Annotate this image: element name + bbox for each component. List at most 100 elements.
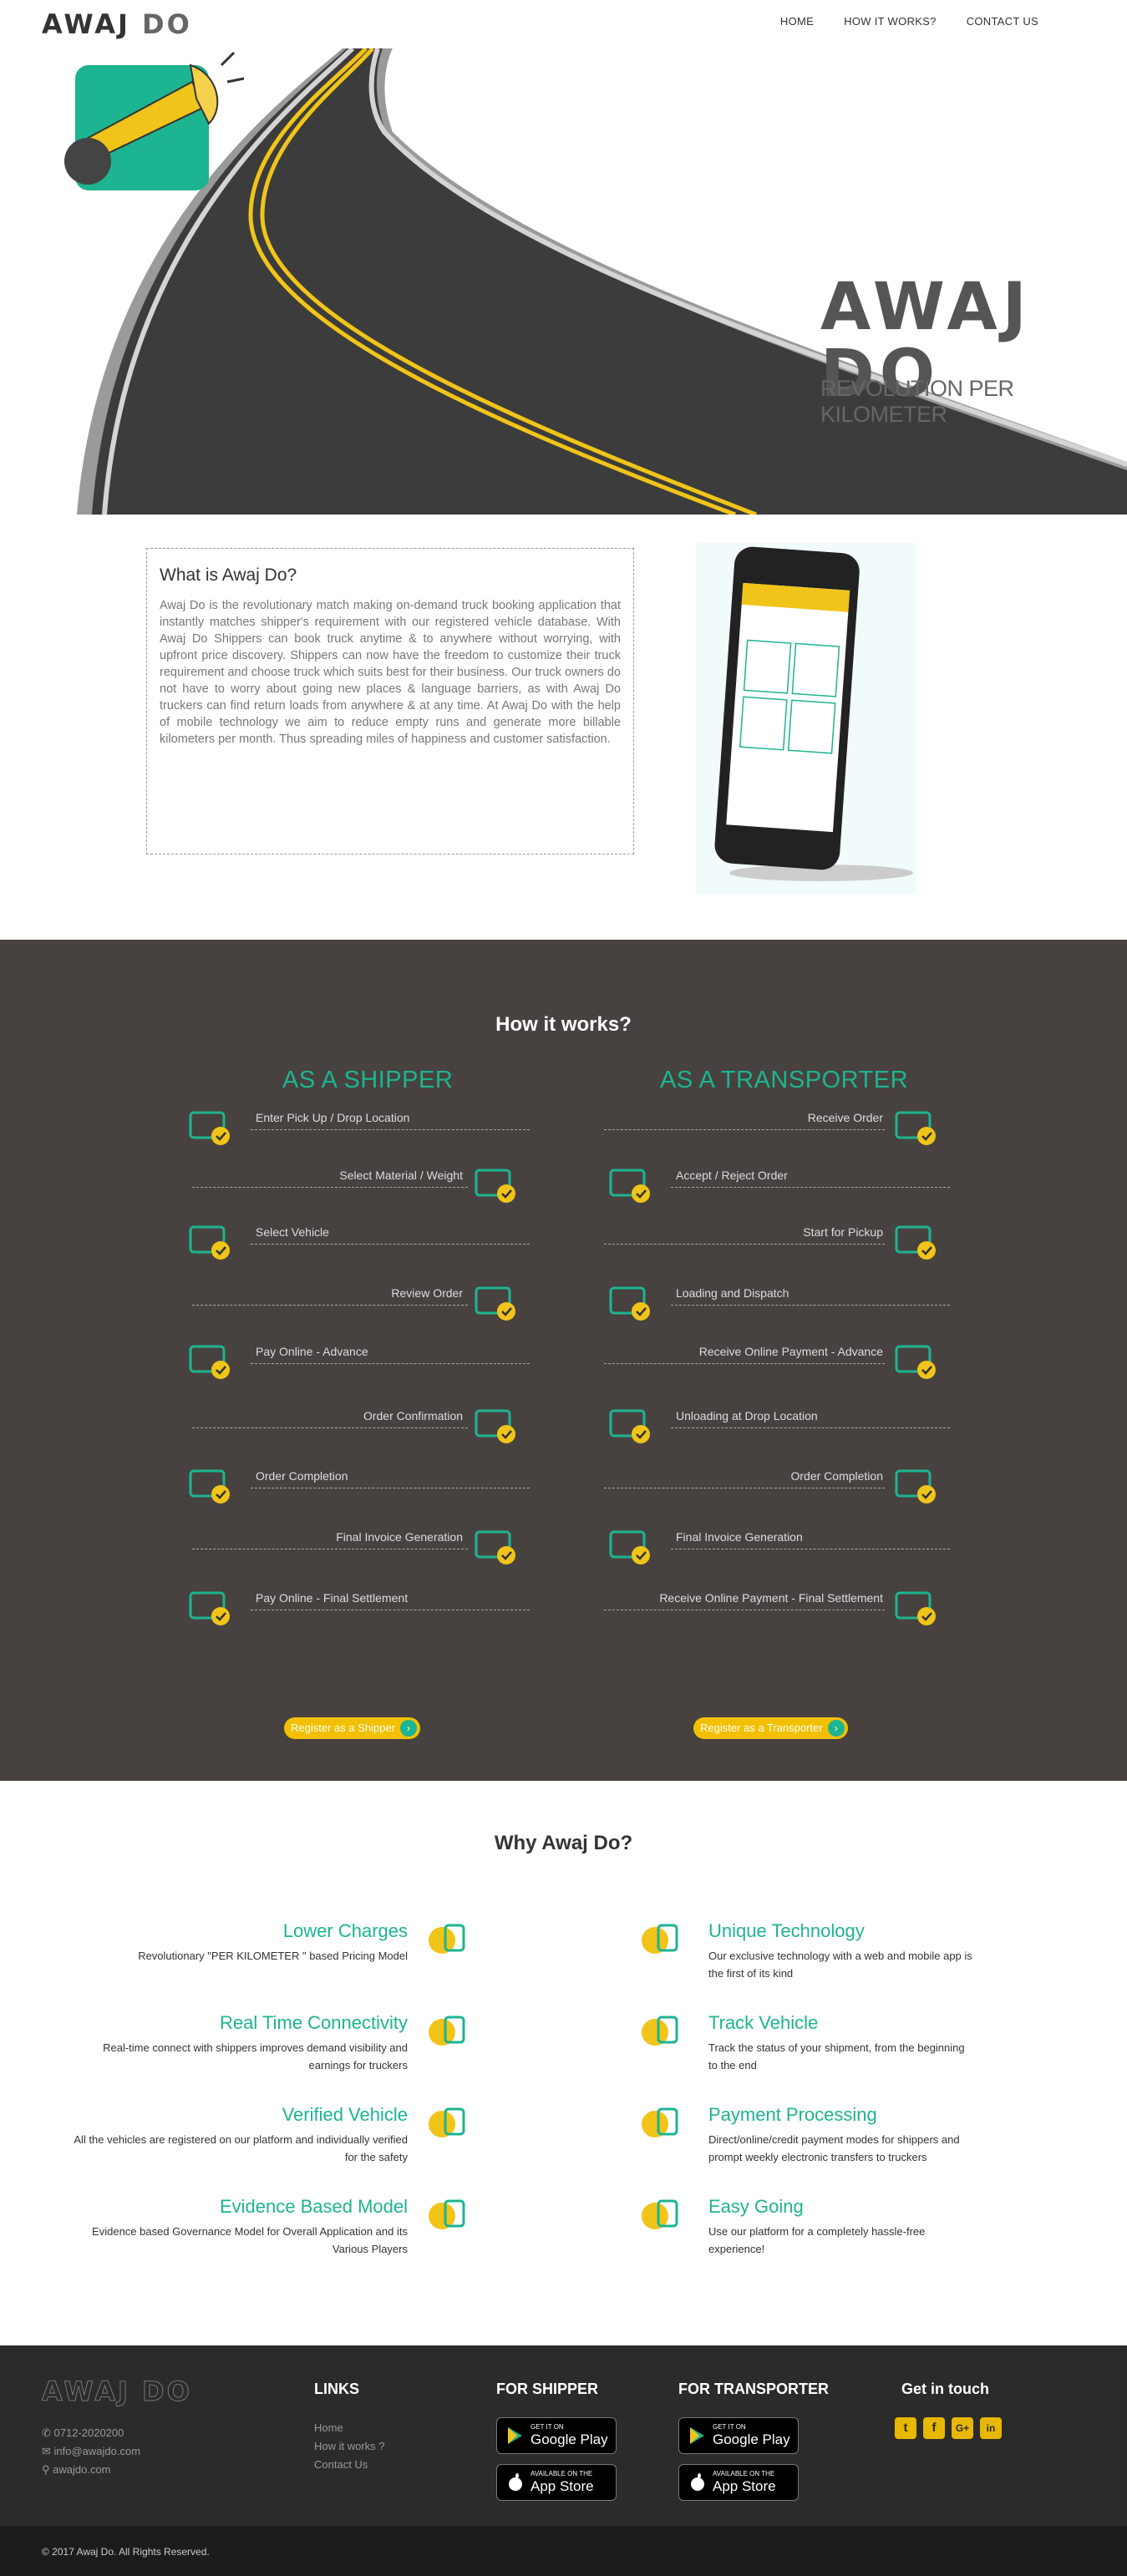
mobile-transfer-icon (184, 1581, 236, 1633)
dashed-divider (251, 1244, 530, 1245)
step-label: Enter Pick Up / Drop Location (256, 1111, 410, 1124)
footer-links: Home How it works ? Contact Us (314, 2419, 385, 2474)
boxes-accept-reject-icon (604, 1159, 656, 1210)
thumbs-up-icon (633, 2191, 685, 2243)
box-check-icon (890, 1101, 942, 1153)
transporter-column-title: AS A TRANSPORTER (660, 1067, 909, 1093)
nav-contact[interactable]: CONTACT US (967, 15, 1038, 28)
feature-item: Lower Charges Revolutionary "PER KILOMETE… (74, 1920, 408, 1965)
feature-item: Payment Processing Direct/online/credit p… (708, 2104, 976, 2166)
feature-text: Evidence based Governance Model for Over… (92, 2225, 408, 2255)
transporter-step: Unloading at Drop Location (604, 1399, 955, 1454)
copyright-text: © 2017 Awaj Do. All Rights Reserved. (42, 2546, 210, 2558)
linkedin-icon[interactable]: in (980, 2417, 1002, 2439)
invoice-monitor-icon (604, 1520, 656, 1572)
step-label: Unloading at Drop Location (676, 1409, 818, 1422)
transporter-step: Order Completion (604, 1459, 955, 1514)
copyright-bar: © 2017 Awaj Do. All Rights Reserved. (0, 2526, 1127, 2576)
document-check-icon (890, 1459, 942, 1511)
feature-title: Payment Processing (708, 2104, 877, 2125)
shipper-step: Select Vehicle (184, 1215, 535, 1270)
dashed-divider (604, 1244, 885, 1245)
register-transporter-button[interactable]: Register as a Transporter › (693, 1717, 848, 1739)
register-shipper-button[interactable]: Register as a Shipper › (284, 1717, 421, 1739)
shipper-step: Order Completion (184, 1459, 535, 1514)
nav-how-it-works[interactable]: HOW IT WORKS? (844, 15, 937, 28)
feature-text: Revolutionary "PER KILOMETER " based Pri… (138, 1950, 408, 1962)
dashed-divider (192, 1305, 468, 1306)
shipper-heading: FOR SHIPPER (496, 2381, 599, 2397)
shipper-app-store-button[interactable]: Available on the App Store (496, 2464, 617, 2501)
site-row[interactable]: ⚲ awajdo.com (42, 2461, 140, 2479)
moving-truck-icon (604, 1276, 656, 1328)
step-label: Order Completion (790, 1469, 884, 1483)
unloading-truck-icon (604, 1399, 656, 1451)
transporter-app-store-button[interactable]: Available on the App Store (678, 2464, 799, 2501)
feature-text: Use our platform for a completely hassle… (708, 2225, 926, 2255)
about-title: What is Awaj Do? (160, 565, 297, 585)
footer-link-how[interactable]: How it works ? (314, 2437, 385, 2456)
feature-item: Verified Vehicle All the vehicles are reg… (74, 2104, 408, 2166)
mobile-touch-icon (420, 2007, 472, 2059)
apple-icon (509, 2473, 522, 2491)
dashed-divider (671, 1427, 950, 1428)
apple-icon (691, 2473, 704, 2491)
feature-item: Real Time Connectivity Real-time connect … (74, 2012, 408, 2074)
step-label: Start for Pickup (803, 1225, 883, 1239)
shipper-step: Select Material / Weight (184, 1159, 535, 1214)
how-it-works-section: How it works? AS A SHIPPER AS A TRANSPOR… (0, 940, 1127, 1781)
feature-text: All the vehicles are registered on our p… (74, 2133, 408, 2163)
feature-item: Evidence Based Model Evidence based Gover… (74, 2196, 408, 2258)
dashed-divider (192, 1427, 468, 1428)
handshake-icon (470, 1399, 521, 1451)
feature-title: Evidence Based Model (219, 2196, 408, 2217)
feature-text: Real-time connect with shippers improves… (103, 2041, 408, 2071)
step-label: Pay Online - Final Settlement (256, 1591, 409, 1605)
footer-link-home[interactable]: Home (314, 2419, 385, 2437)
transporter-step: Start for Pickup (604, 1215, 955, 1270)
dashed-divider (671, 1305, 950, 1306)
step-label: Order Confirmation (363, 1409, 463, 1422)
feature-item: Track Vehicle Track the status of your sh… (708, 2012, 976, 2074)
step-label: Final Invoice Generation (676, 1530, 803, 1544)
shipper-step: Pay Online - Advance (184, 1335, 535, 1390)
why-title: Why Awaj Do? (494, 1832, 633, 1854)
shipper-column-title: AS A SHIPPER (282, 1067, 454, 1093)
flag-truck-icon (890, 1215, 942, 1267)
twitter-icon[interactable]: t (895, 2417, 916, 2439)
transporter-google-play-button[interactable]: GET IT ON Google Play (678, 2417, 799, 2454)
weighing-scale-icon (470, 1159, 521, 1210)
arrow-right-icon: › (827, 1720, 845, 1737)
footer-contact: ✆ 0712-2020200 ✉ info@awajdo.com ⚲ awajd… (42, 2424, 140, 2479)
credit-card-icon (633, 2099, 685, 2151)
shipper-step: Review Order (184, 1276, 535, 1331)
email-row[interactable]: ✉ info@awajdo.com (42, 2442, 140, 2461)
transporter-step: Receive Online Payment - Final Settlemen… (604, 1581, 955, 1636)
google-plus-icon[interactable]: G+ (952, 2417, 973, 2439)
step-label: Pay Online - Advance (256, 1345, 368, 1358)
money-hand-icon (420, 1915, 472, 1967)
logo[interactable]: AWAJ DO (42, 10, 192, 38)
step-label: Loading and Dispatch (676, 1286, 789, 1300)
google-play-icon (508, 2427, 522, 2444)
dashed-divider (192, 1187, 468, 1188)
step-label: Final Invoice Generation (336, 1530, 463, 1544)
trucks-icon (184, 1215, 236, 1267)
shipper-step: Order Confirmation (184, 1399, 535, 1454)
shipper-step: Final Invoice Generation (184, 1520, 535, 1575)
step-label: Receive Online Payment - Advance (698, 1345, 883, 1358)
step-label: Receive Online Payment - Final Settlemen… (659, 1591, 883, 1605)
pin-truck-icon (633, 2007, 685, 2059)
nav-home[interactable]: HOME (780, 15, 814, 28)
facebook-icon[interactable]: f (923, 2417, 945, 2439)
dashed-divider (671, 1187, 950, 1188)
touch-heading: Get in touch (901, 2381, 989, 2397)
about-text: Awaj Do is the revolutionary match makin… (160, 599, 621, 746)
main-nav: HOME HOW IT WORKS? CONTACT US (780, 15, 1038, 28)
footer-link-contact[interactable]: Contact Us (314, 2456, 385, 2474)
shipper-google-play-button[interactable]: GET IT ON Google Play (496, 2417, 617, 2454)
feature-item: Unique Technology Our exclusive technolog… (708, 1920, 976, 1982)
magnifier-eye-icon (420, 2191, 472, 2243)
phone-mockup (696, 543, 916, 894)
transporter-step: Accept / Reject Order (604, 1159, 955, 1214)
